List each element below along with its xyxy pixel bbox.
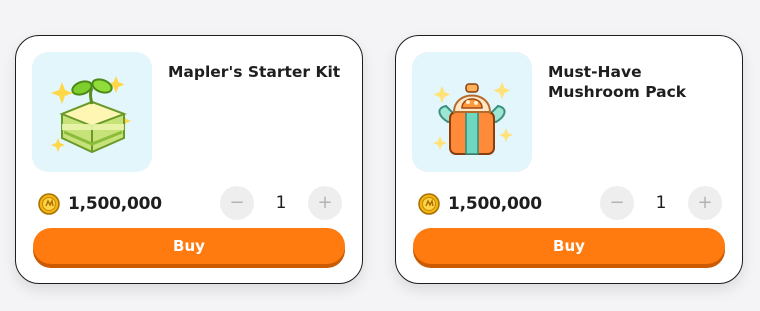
buy-button[interactable]: Buy <box>413 228 725 264</box>
increase-quantity-button[interactable]: + <box>308 186 342 220</box>
price-amount: 1,500,000 <box>448 194 542 214</box>
increase-quantity-button[interactable]: + <box>688 186 722 220</box>
price: 1,500,000 <box>38 192 162 216</box>
decrease-quantity-button[interactable]: − <box>220 186 254 220</box>
meso-coin-icon <box>418 193 440 215</box>
sprout-gift-box-icon <box>51 76 131 154</box>
quantity-stepper: − 1 + <box>220 186 342 220</box>
mushroom-gift-jar-icon <box>433 82 513 155</box>
price: 1,500,000 <box>418 192 542 216</box>
product-card: Mapler's Starter Kit 1,500,000 − 1 + Buy <box>15 35 363 284</box>
product-card: Must-Have Mushroom Pack 1,500,000 − 1 + … <box>395 35 743 284</box>
buy-button[interactable]: Buy <box>33 228 345 264</box>
product-title: Mapler's Starter Kit <box>168 63 341 81</box>
product-thumbnail <box>32 52 152 172</box>
product-title: Must-Have Mushroom Pack <box>548 63 687 101</box>
product-thumbnail <box>412 52 532 172</box>
price-amount: 1,500,000 <box>68 194 162 214</box>
quantity-stepper: − 1 + <box>600 186 722 220</box>
quantity-value: 1 <box>655 193 667 213</box>
decrease-quantity-button[interactable]: − <box>600 186 634 220</box>
quantity-value: 1 <box>275 193 287 213</box>
meso-coin-icon <box>38 193 60 215</box>
